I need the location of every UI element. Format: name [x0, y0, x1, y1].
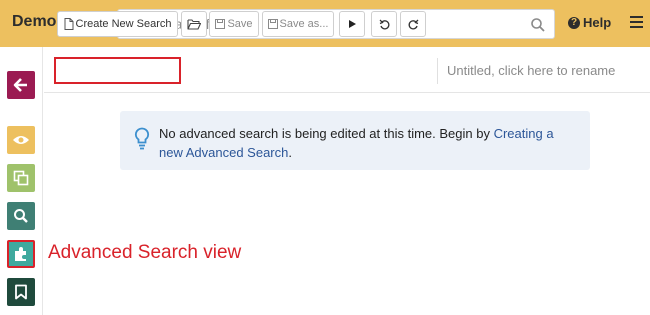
- sidebar: [0, 47, 43, 315]
- sidebar-item-bookmark[interactable]: [7, 278, 35, 306]
- sidebar-item-copies[interactable]: [7, 164, 35, 192]
- info-message: No advanced search is being edited at th…: [120, 111, 590, 170]
- search-icon[interactable]: [530, 17, 546, 33]
- sidebar-item-advanced-search[interactable]: [7, 240, 35, 268]
- annotation-label: Advanced Search view: [48, 242, 242, 263]
- info-text-before: No advanced search is being edited at th…: [159, 126, 494, 141]
- redo-button[interactable]: [400, 11, 426, 37]
- open-search-button[interactable]: [181, 11, 207, 37]
- floppy-disk-icon: [267, 19, 278, 29]
- undo-button[interactable]: [371, 11, 397, 37]
- save-as-label: Save as...: [279, 18, 329, 30]
- file-icon: [64, 18, 73, 30]
- bookmark-icon: [15, 284, 27, 300]
- redo-icon: [408, 19, 418, 29]
- help-button[interactable]: ? Help: [568, 15, 611, 30]
- sidebar-item-view[interactable]: [7, 126, 35, 154]
- arrow-left-icon: [13, 78, 27, 92]
- copy-icon: [13, 170, 29, 186]
- lightbulb-icon: [134, 127, 150, 150]
- highlight-box: [54, 57, 181, 84]
- floppy-disk-icon: [215, 19, 226, 29]
- create-new-search-label: Create New Search: [75, 18, 172, 30]
- save-button[interactable]: Save: [209, 11, 259, 37]
- undo-icon: [379, 19, 389, 29]
- run-search-button[interactable]: [339, 11, 365, 37]
- hamburger-menu-icon[interactable]: [630, 16, 643, 28]
- save-as-button[interactable]: Save as...: [262, 11, 334, 37]
- save-label: Save: [227, 18, 253, 30]
- folder-open-icon: [187, 18, 201, 30]
- info-text: No advanced search is being edited at th…: [159, 124, 579, 162]
- create-new-search-button[interactable]: Create New Search: [57, 11, 178, 37]
- puzzle-icon: [15, 247, 26, 261]
- rename-search-title[interactable]: Untitled, click here to rename: [447, 63, 615, 78]
- info-text-after: .: [288, 145, 292, 160]
- eye-icon: [13, 136, 29, 144]
- sidebar-item-search[interactable]: [7, 202, 35, 230]
- play-icon: [349, 20, 356, 28]
- sidebar-item-back[interactable]: [7, 71, 35, 99]
- question-circle-icon: ?: [568, 16, 580, 29]
- search-icon: [14, 209, 28, 223]
- toolbar-divider: [437, 58, 438, 84]
- help-label: Help: [583, 15, 612, 30]
